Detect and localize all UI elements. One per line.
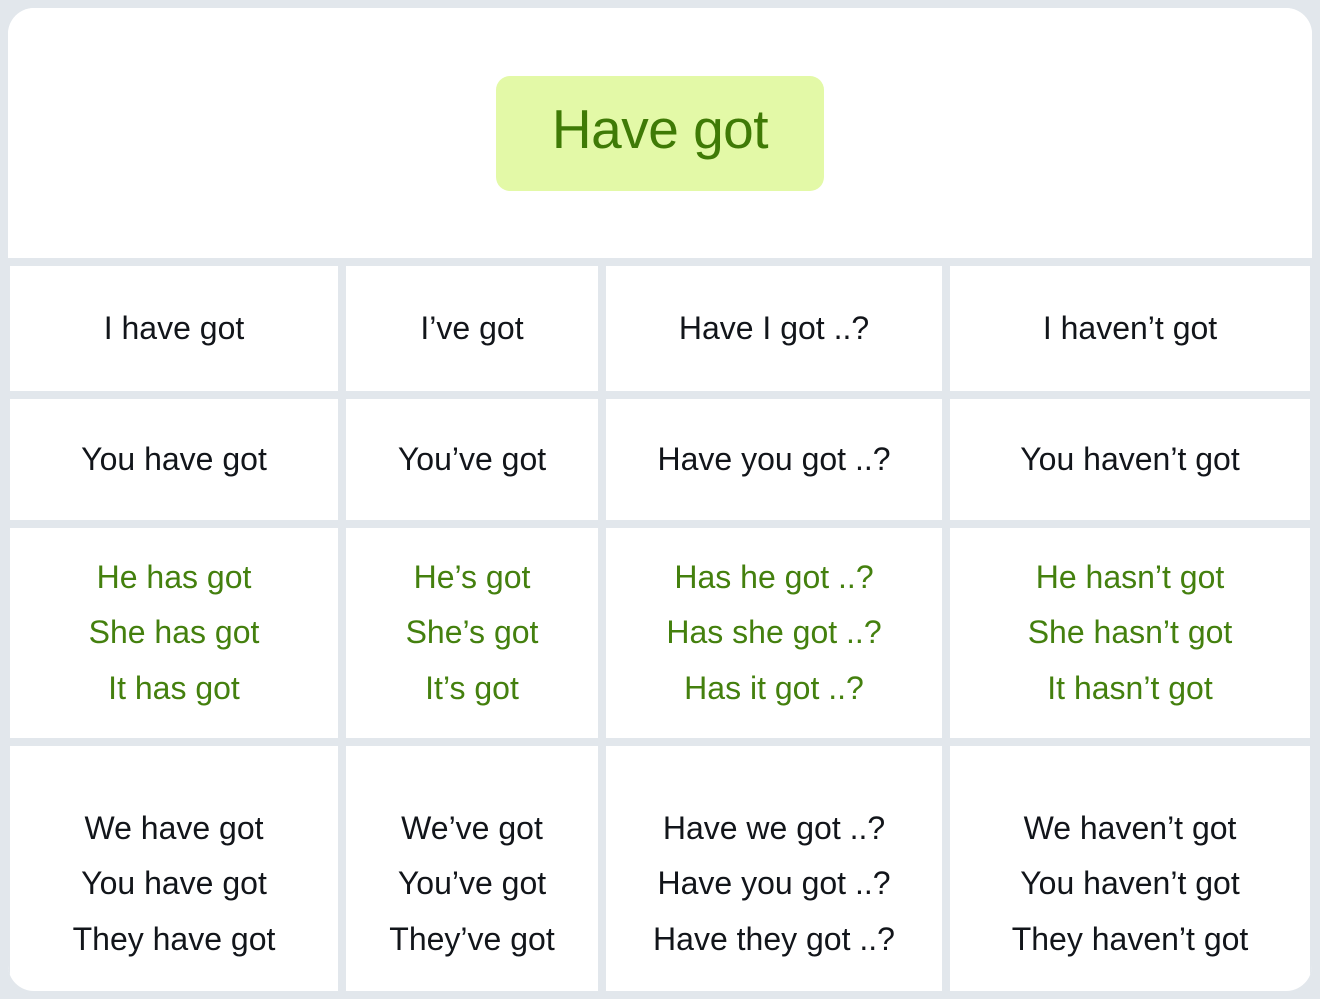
cell-line: We haven’t got: [1023, 810, 1237, 847]
cell-line: Has it got ..?: [684, 669, 864, 706]
card-header: Have got: [8, 8, 1312, 258]
cell-line: They have got: [72, 920, 276, 957]
cell-line: You have got: [81, 865, 267, 902]
cell-line: You’ve got: [397, 441, 547, 478]
grammar-card: Have got I have got I’ve got Have I got ..…: [8, 8, 1312, 991]
cell-line: You have got: [81, 441, 267, 478]
cell-line: She hasn’t got: [1027, 614, 1233, 651]
table-cell: Has he got ..? Has she got ..? Has it got …: [606, 528, 942, 738]
cell-line: He has got: [96, 559, 252, 596]
cell-line: Have I got ..?: [678, 310, 870, 347]
cell-line: They haven’t got: [1011, 920, 1249, 957]
table-cell: You haven’t got: [950, 399, 1310, 520]
cell-line: It’s got: [425, 669, 519, 706]
table-cell: He hasn’t got She hasn’t got It hasn’t got: [950, 528, 1310, 738]
page-title: Have got: [551, 97, 769, 160]
cell-line: It has got: [108, 669, 240, 706]
cell-line: You’ve got: [397, 865, 547, 902]
cell-line: Have you got ..?: [657, 441, 891, 478]
cell-line: Have you got ..?: [657, 865, 891, 902]
cell-line: He hasn’t got: [1035, 559, 1225, 596]
table-cell: I haven’t got: [950, 266, 1310, 391]
cell-line: We’ve got: [401, 810, 543, 847]
cell-line: Have they got ..?: [653, 920, 895, 957]
table-cell: He’s got She’s got It’s got: [346, 528, 598, 738]
table-cell: I have got: [10, 266, 338, 391]
table-cell: I’ve got: [346, 266, 598, 391]
cell-line: She’s got: [405, 614, 539, 651]
cell-line: They’ve got: [389, 920, 555, 957]
cell-line: I have got: [103, 310, 245, 347]
table-cell: We have got You have got They have got: [10, 746, 338, 991]
table-cell: You have got: [10, 399, 338, 520]
table-cell: We’ve got You’ve got They’ve got: [346, 746, 598, 991]
cell-line: Has she got ..?: [666, 614, 882, 651]
cell-line: You haven’t got: [1020, 441, 1240, 478]
table-cell: Have we got ..? Have you got ..? Have they…: [606, 746, 942, 991]
cell-line: I haven’t got: [1042, 310, 1218, 347]
cell-line: She has got: [88, 614, 260, 651]
title-badge: Have got: [495, 75, 825, 191]
cell-line: We have got: [84, 810, 264, 847]
table-cell: He has got She has got It has got: [10, 528, 338, 738]
table-cell: Have you got ..?: [606, 399, 942, 520]
cell-line: It hasn’t got: [1047, 669, 1213, 706]
cell-line: You haven’t got: [1020, 865, 1240, 902]
cell-line: He’s got: [413, 559, 531, 596]
cell-line: Has he got ..?: [674, 559, 874, 596]
table-cell: Have I got ..?: [606, 266, 942, 391]
cell-line: I’ve got: [420, 310, 524, 347]
conjugation-table: I have got I’ve got Have I got ..? I haven’…: [8, 258, 1312, 991]
table-cell: You’ve got: [346, 399, 598, 520]
table-cell: We haven’t got You haven’t got They haven’…: [950, 746, 1310, 991]
cell-line: Have we got ..?: [662, 810, 886, 847]
